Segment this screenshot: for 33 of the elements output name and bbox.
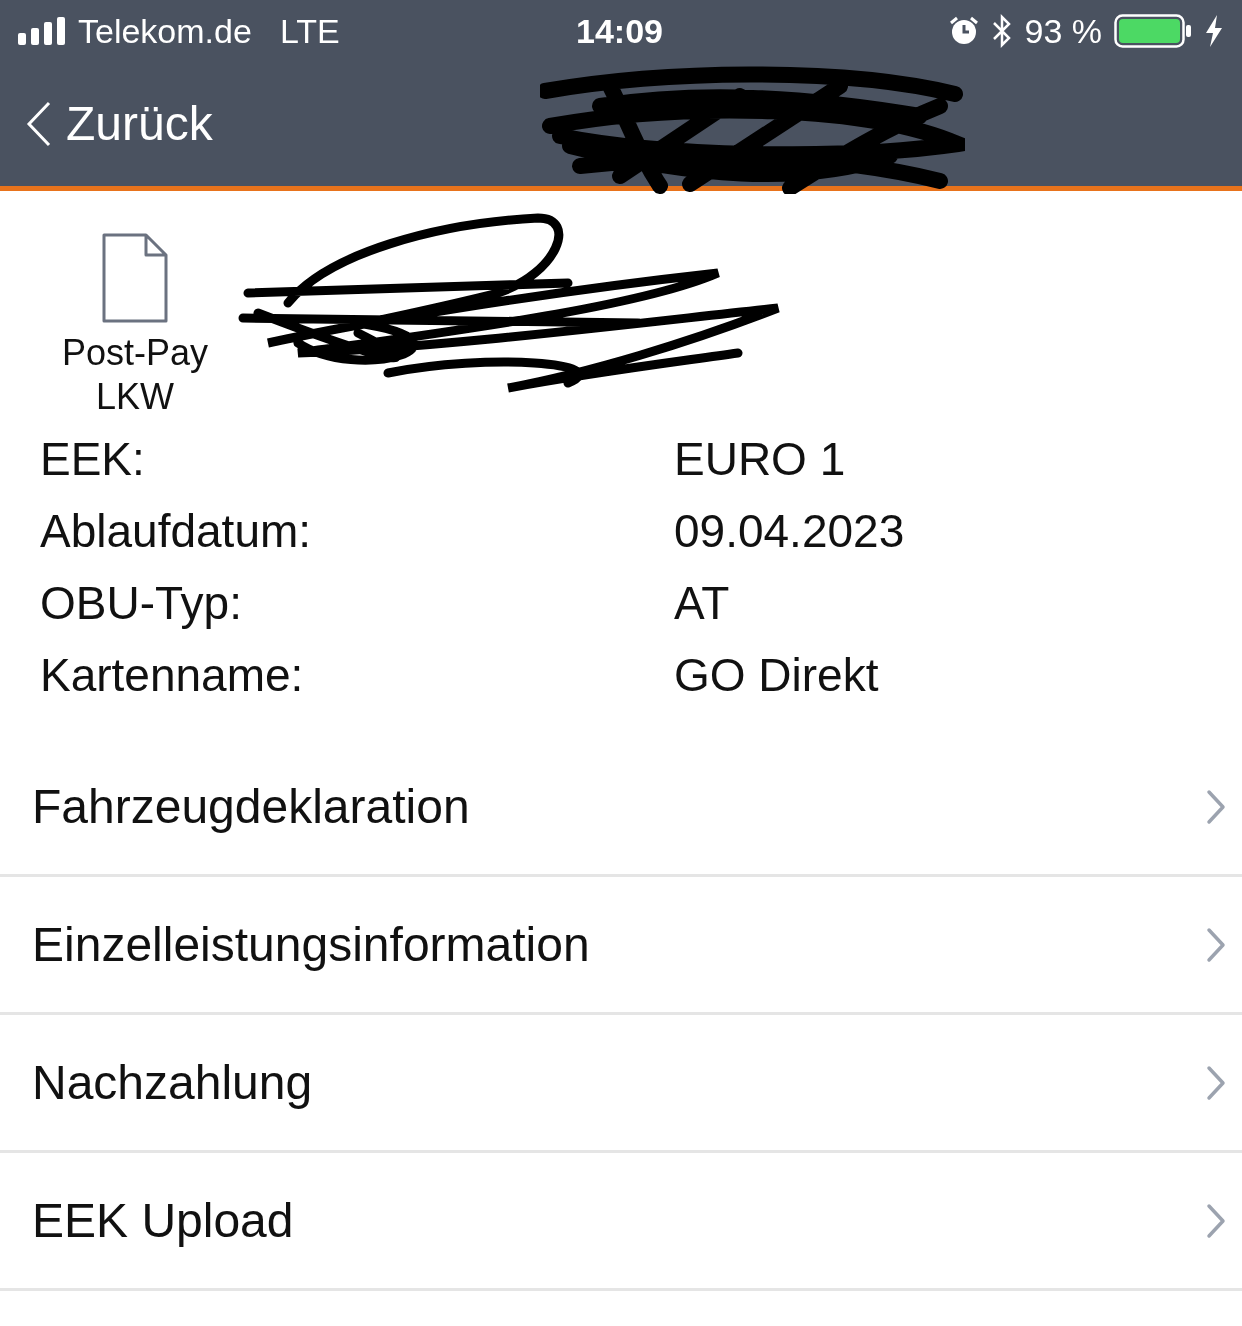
- card-type-label: Post-Pay LKW: [60, 331, 210, 419]
- detail-value: AT: [674, 577, 730, 629]
- charging-icon: [1204, 15, 1224, 47]
- detail-label: Kartenname:: [40, 649, 305, 701]
- alarm-icon: [948, 16, 979, 46]
- menu-item[interactable]: Nachzahlung: [0, 1015, 1242, 1153]
- menu-item[interactable]: Einzelleistungsinformation: [0, 877, 1242, 1015]
- detail-label: OBU-Typ:: [40, 577, 243, 629]
- menu-label: EEK Upload: [32, 1192, 294, 1249]
- detail-label: EEK:: [40, 433, 146, 485]
- carrier-name: Telekom.de: [78, 10, 252, 52]
- clock-time: 14:09: [576, 10, 663, 52]
- back-button[interactable]: Zurück: [26, 88, 213, 160]
- signal-icon: [18, 17, 66, 45]
- chevron-icon: [1206, 788, 1226, 825]
- detail-value: EURO 1: [674, 433, 846, 485]
- chevron-icon: [1206, 1202, 1226, 1239]
- chevron-icon: [1206, 1064, 1226, 1101]
- bluetooth-icon: [990, 14, 1013, 48]
- menu-item[interactable]: Fahrzeugdeklaration: [0, 739, 1242, 877]
- menu-label: Einzelleistungsinformation: [32, 916, 590, 973]
- detail-label: Ablaufdatum:: [40, 505, 313, 557]
- chevron-icon: [1206, 926, 1226, 963]
- detail-value: GO Direkt: [674, 649, 879, 701]
- battery-percentage: 93 %: [1024, 10, 1102, 52]
- battery-icon: [1114, 14, 1192, 48]
- menu-label: Fahrzeugdeklaration: [32, 778, 470, 835]
- detail-value: 09.04.2023: [674, 505, 905, 557]
- document-icon: [102, 233, 168, 323]
- menu-item[interactable]: EEK Upload: [0, 1153, 1242, 1291]
- back-icon: [26, 101, 52, 147]
- menu-label: Nachzahlung: [32, 1054, 313, 1111]
- network-type: LTE: [279, 10, 340, 52]
